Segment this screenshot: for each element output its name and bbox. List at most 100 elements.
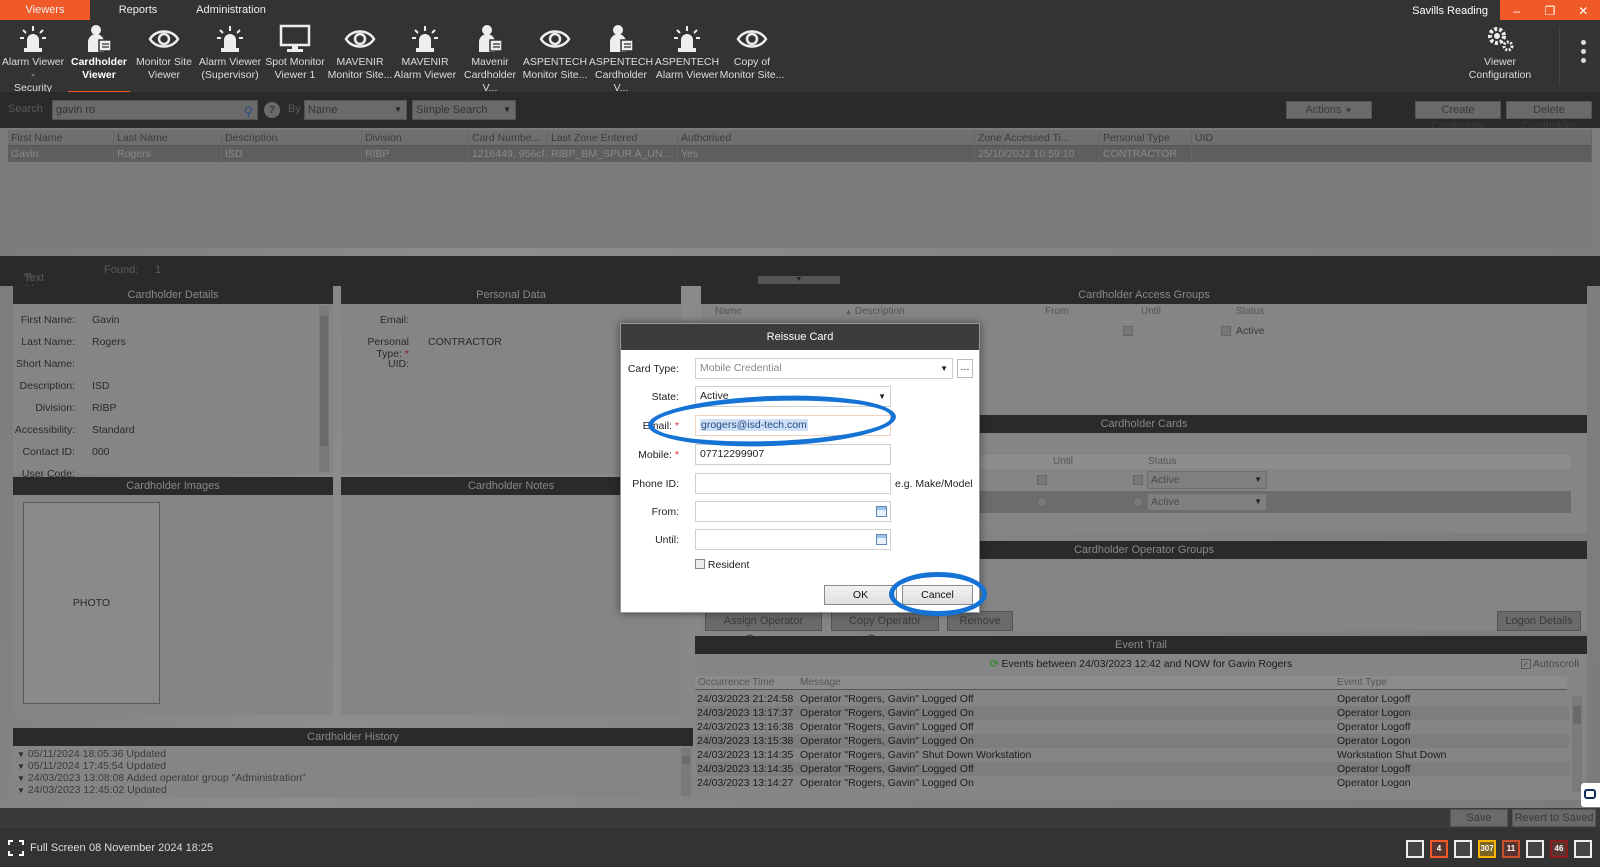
column-header-card-numbe[interactable]: Card Numbe... — [469, 130, 548, 146]
minimize-button[interactable]: – — [1500, 0, 1533, 22]
actions-dropdown[interactable]: Actions ▼ — [1286, 101, 1372, 119]
phone-id-field[interactable] — [695, 473, 891, 494]
event-row[interactable]: 24/03/2023 13:16:38 Operator "Rogers, Gav… — [697, 720, 1569, 734]
fullscreen-icon[interactable] — [8, 840, 24, 856]
resident-checkbox[interactable]: Resident — [695, 559, 749, 571]
fullscreen-label[interactable]: Full Screen — [30, 842, 86, 854]
card-type-browse-button[interactable]: ... — [957, 359, 973, 378]
menu-tab-reports[interactable]: Reports — [100, 0, 176, 20]
status-indicator[interactable] — [1526, 840, 1544, 858]
card-type-select[interactable]: Mobile Credential ▼ — [695, 358, 953, 379]
column-header-division[interactable]: Division — [362, 130, 469, 146]
ribbon-item-alarm-viewer-supervisor[interactable]: Alarm Viewer (Supervisor) — [197, 24, 263, 90]
search-value: gavin ro — [56, 104, 96, 116]
search-by-select[interactable]: Name ▼ — [304, 100, 407, 120]
calendar-icon[interactable] — [876, 534, 887, 545]
calendar-icon[interactable] — [1037, 475, 1047, 485]
personal-type-value: CONTRACTOR — [428, 336, 502, 348]
state-select[interactable]: Active ▼ — [695, 386, 891, 407]
create-cardholder-button[interactable]: Create Cardholder — [1415, 101, 1501, 132]
ribbon-item-mavenir-alarm-viewer[interactable]: MAVENIR Alarm Viewer — [392, 24, 458, 90]
calendar-icon[interactable] — [1037, 497, 1047, 507]
ribbon-item-mavenir-cardholder-v[interactable]: Mavenir Cardholder V... — [457, 24, 523, 94]
event-scrollbar[interactable] — [1572, 696, 1582, 792]
splitter-handle[interactable]: ▼ — [758, 276, 840, 284]
search-mode-select[interactable]: Simple Search ▼ — [412, 100, 516, 120]
remote-session-tab[interactable] — [1581, 783, 1600, 807]
until-date-field[interactable] — [695, 529, 891, 550]
event-row[interactable]: 24/03/2023 13:14:35 Operator "Rogers, Gav… — [697, 748, 1569, 762]
calendar-icon[interactable] — [1133, 497, 1143, 507]
ribbon-item-copy-of-monitor-site[interactable]: Copy of Monitor Site... — [719, 24, 785, 90]
ribbon-item-spot-monitor-viewer-1[interactable]: Spot Monitor Viewer 1 — [262, 24, 328, 90]
ribbon-item-alarm-viewer-security[interactable]: Alarm Viewer - Security — [0, 24, 66, 94]
assign-operator-groups-button[interactable]: Assign Operator Groups — [705, 611, 822, 645]
column-header-last-zone-entered[interactable]: Last Zone Entered — [548, 130, 678, 146]
menu-tab-viewers[interactable]: Viewers — [0, 0, 90, 20]
event-row[interactable]: 24/03/2023 13:17:37 Operator "Rogers, Gav… — [697, 706, 1569, 720]
status-indicator[interactable] — [1574, 840, 1592, 858]
email-field[interactable]: grogers@isd-tech.com — [695, 415, 891, 436]
ribbon-item-mavenir-monitor-site[interactable]: MAVENIR Monitor Site... — [327, 24, 393, 90]
help-icon[interactable]: ? — [264, 102, 280, 118]
calendar-icon[interactable] — [1221, 326, 1231, 336]
table-cell: CONTRACTOR — [1100, 146, 1192, 162]
search-icon[interactable]: ⚲ — [243, 103, 253, 121]
viewer-configuration-button[interactable]: Viewer Configuration — [1464, 24, 1536, 90]
ok-button[interactable]: OK — [824, 585, 897, 605]
status-indicator[interactable]: 11 — [1502, 840, 1520, 858]
ribbon-item-aspentech-cardholder-v[interactable]: ASPENTECH Cardholder V... — [588, 24, 654, 94]
expand-icon[interactable]: ▼ — [17, 785, 25, 797]
table-row[interactable]: Gavin Rogers ISD RIBP 1216449, 956cf... RIBP_… — [8, 146, 1592, 162]
ribbon-item-monitor-site-viewer[interactable]: Monitor Site Viewer — [131, 24, 197, 90]
mobile-field[interactable]: 07712299907 — [695, 444, 891, 465]
from-date-field[interactable] — [695, 501, 891, 522]
event-row[interactable]: 24/03/2023 13:14:35 Operator "Rogers, Gav… — [697, 762, 1569, 776]
remove-operator-group-button[interactable]: Remove — [947, 611, 1013, 631]
status-indicator[interactable]: 4 — [1430, 840, 1448, 858]
history-scrollbar[interactable] — [681, 748, 691, 796]
revert-to-saved-button[interactable]: Revert to Saved — [1512, 809, 1596, 827]
ribbon-item-cardholder-viewer[interactable]: Cardholder Viewer — [66, 24, 132, 94]
calendar-icon[interactable] — [1123, 326, 1133, 336]
more-options-icon[interactable] — [1578, 40, 1588, 70]
event-row[interactable]: 24/03/2023 13:14:27 Operator "Rogers, Gav… — [697, 776, 1569, 790]
status-indicator[interactable]: 46 — [1550, 840, 1568, 858]
event-row[interactable]: 24/03/2023 21:24:58 Operator "Rogers, Gav… — [697, 692, 1569, 706]
calendar-icon[interactable] — [876, 506, 887, 517]
restore-button[interactable]: ❐ — [1533, 0, 1566, 22]
details-scrollbar[interactable] — [319, 306, 329, 472]
save-button[interactable]: Save — [1450, 809, 1508, 827]
column-header-authorised[interactable]: Authorised — [678, 130, 975, 146]
status-indicator[interactable]: 307 — [1478, 840, 1496, 858]
reissue-card-dialog: Reissue Card Card Type: Mobile Credentia… — [620, 323, 980, 613]
photo-placeholder[interactable]: PHOTO — [23, 502, 160, 704]
event-row[interactable]: 24/03/2023 13:15:38 Operator "Rogers, Gav… — [697, 734, 1569, 748]
column-header-last-name[interactable]: Last Name — [114, 130, 222, 146]
delete-cardholder-button[interactable]: Delete Cardholder — [1506, 101, 1592, 132]
ribbon-item-aspentech-monitor-site[interactable]: ASPENTECH Monitor Site... — [522, 24, 588, 90]
column-header-description[interactable]: Description — [222, 130, 362, 146]
column-header-zone-accessed-ti[interactable]: Zone Accessed Ti... — [975, 130, 1100, 146]
card-status-select[interactable]: Active ▼ — [1147, 471, 1267, 489]
autoscroll-checkbox[interactable]: ✓ Autoscroll — [1520, 658, 1579, 670]
column-header-first-name[interactable]: First Name — [8, 130, 114, 146]
history-entry[interactable]: ▼ 24/03/2023 13:08:08 Added operator grou… — [17, 772, 306, 784]
close-button[interactable]: ✕ — [1567, 0, 1600, 22]
cancel-button[interactable]: Cancel — [902, 585, 973, 605]
search-input[interactable]: gavin ro ⚲ — [52, 100, 258, 120]
card-status-select[interactable]: Active ▼ — [1147, 493, 1267, 511]
copy-operator-groups-button[interactable]: Copy Operator Groups — [831, 611, 939, 645]
column-header-uid[interactable]: UID — [1192, 130, 1592, 146]
status-indicator[interactable] — [1454, 840, 1472, 858]
column-header-personal-type[interactable]: Personal Type — [1100, 130, 1192, 146]
history-entry[interactable]: ▼ 24/03/2023 12:45:02 Updated — [17, 784, 167, 796]
menu-tab-administration[interactable]: Administration — [186, 0, 276, 20]
refresh-icon[interactable]: ⟳ — [990, 658, 999, 670]
history-entry[interactable]: ▼ 05/11/2024 17:45:54 Updated — [17, 760, 166, 772]
status-indicator[interactable] — [1406, 840, 1424, 858]
logon-details-button[interactable]: Logon Details — [1497, 611, 1581, 631]
calendar-icon[interactable] — [1133, 475, 1143, 485]
history-entry[interactable]: ▼ 05/11/2024 18:05:36 Updated — [17, 748, 166, 760]
ribbon-item-aspentech-alarm-viewer[interactable]: ASPENTECH Alarm Viewer — [654, 24, 720, 90]
